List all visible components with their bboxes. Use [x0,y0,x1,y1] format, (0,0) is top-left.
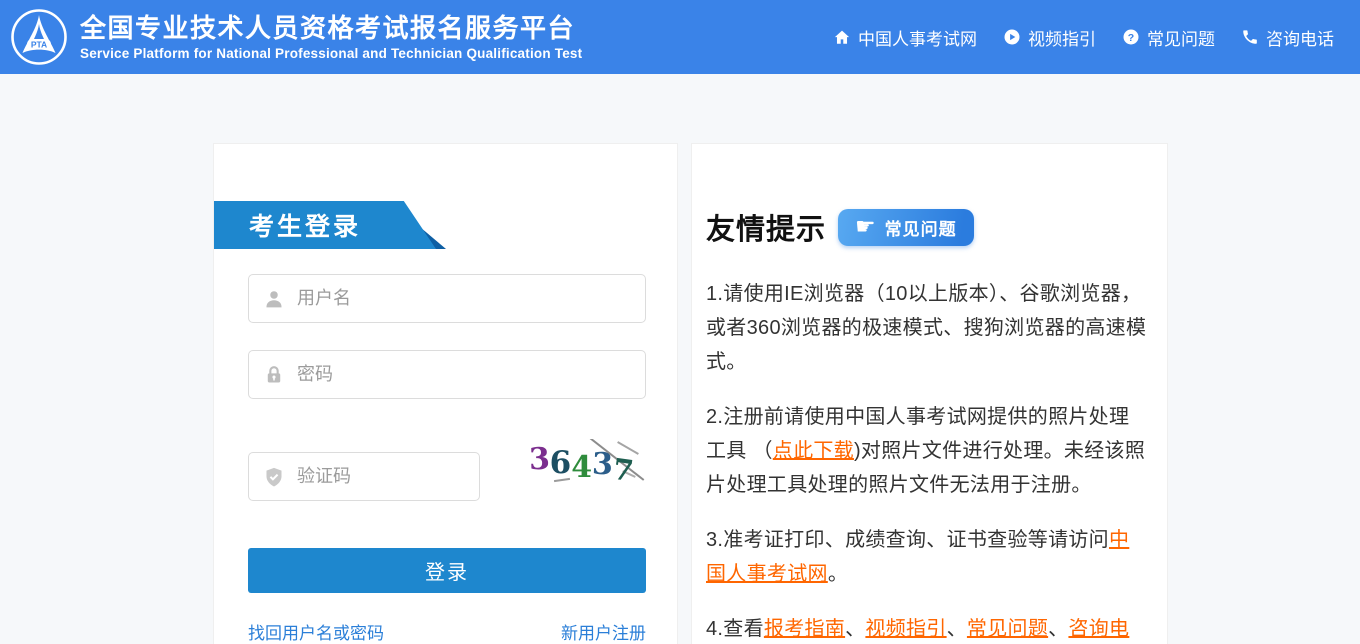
captcha-field[interactable] [248,452,480,501]
login-form: 36437 登录 找回用户名或密码 新用户注册 其他登录方式 [214,274,677,644]
header-nav: 中国人事考试网 视频指引? 常见问题 咨询电话 [833,25,1334,50]
password-field[interactable] [248,350,646,399]
captcha-digit: 7 [611,454,635,486]
forgot-password-link[interactable]: 找回用户名或密码 [248,619,384,644]
tips-header: 友情提示 ☛ 常见问题 [706,206,1149,248]
page-title: 全国专业技术人员资格考试报名服务平台 [80,13,582,43]
title-block: 全国专业技术人员资格考试报名服务平台 Service Platform for … [80,13,582,61]
phone-icon [1241,28,1259,46]
login-panel: 考生登录 [213,143,678,644]
nav-item-3[interactable]: ? 常见问题 [1122,25,1215,50]
captcha-digit: 4 [571,453,592,483]
tip-item-1: 1.请使用IE浏览器（10以上版本）、谷歌浏览器，或者360浏览器的极速模式、搜… [706,277,1149,379]
tip-link[interactable]: 常见问题 [967,618,1048,640]
home-icon [833,28,851,46]
user-icon [263,288,285,310]
nav-item-1[interactable]: 中国人事考试网 [833,25,977,50]
svg-text:?: ? [1128,32,1134,44]
password-input[interactable] [297,364,631,385]
question-circle-icon: ? [1122,28,1140,46]
captcha-digit: 6 [550,448,572,479]
captcha-image[interactable]: 36437 [516,439,646,489]
tip-link[interactable]: 视频指引 [865,618,946,640]
tips-title: 友情提示 [706,206,826,248]
main-card: 考生登录 [213,143,1168,644]
username-field[interactable] [248,274,646,323]
faq-button-label: 常见问题 [885,215,957,240]
captcha-digit: 3 [528,445,550,476]
nav-item-2[interactable]: 视频指引 [1003,25,1096,50]
faq-button[interactable]: ☛ 常见问题 [838,209,974,246]
svg-text:PTA: PTA [31,40,47,50]
nav-item-label: 中国人事考试网 [858,25,977,50]
captcha-row: 36437 [248,427,646,501]
nav-item-label: 视频指引 [1028,25,1096,50]
lock-icon [263,364,285,386]
username-input[interactable] [297,288,631,309]
tips-list: 1.请使用IE浏览器（10以上版本）、谷歌浏览器，或者360浏览器的极速模式、搜… [706,277,1149,644]
login-button[interactable]: 登录 [248,548,646,593]
captcha-input[interactable] [297,466,529,487]
shield-check-icon [263,466,285,488]
tip-link[interactable]: 中国人事考试网 [706,529,1129,585]
links-row: 找回用户名或密码 新用户注册 [248,619,646,644]
tips-panel: 友情提示 ☛ 常见问题 1.请使用IE浏览器（10以上版本）、谷歌浏览器，或者3… [691,143,1168,644]
tip-link[interactable]: 点此下载 [773,440,854,462]
captcha-digit: 3 [592,450,614,481]
nav-item-label: 常见问题 [1147,25,1215,50]
play-circle-icon [1003,28,1021,46]
tip-item-4: 4.查看报考指南、视频指引、常见问题、咨询电话。 [706,612,1149,644]
login-banner-title: 考生登录 [214,201,436,249]
tip-item-2: 2.注册前请使用中国人事考试网提供的照片处理工具 （点此下载)对照片文件进行处理… [706,400,1149,502]
pta-logo-icon: PTA [10,8,68,66]
pointing-hand-icon: ☛ [855,215,877,238]
register-link[interactable]: 新用户注册 [561,619,646,644]
nav-item-label: 咨询电话 [1266,25,1334,50]
nav-item-4[interactable]: 咨询电话 [1241,25,1334,50]
page-subtitle: Service Platform for National Profession… [80,46,582,61]
tip-item-3: 3.准考证打印、成绩查询、证书查验等请访问中国人事考试网。 [706,523,1149,591]
login-banner: 考生登录 [214,201,454,249]
app-header: PTA 全国专业技术人员资格考试报名服务平台 Service Platform … [0,0,1360,74]
tip-link[interactable]: 报考指南 [764,618,845,640]
